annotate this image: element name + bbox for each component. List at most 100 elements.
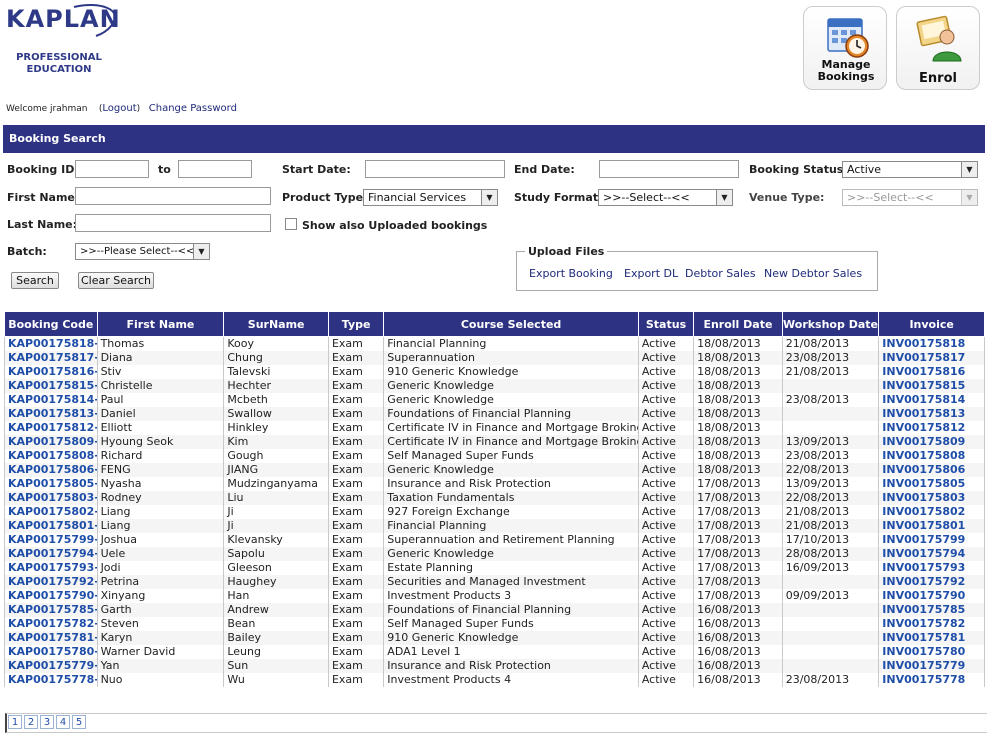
table-row[interactable]: KAP00175817-1 Diana Chung Exam Superannuatio…	[4, 351, 985, 365]
table-row[interactable]: KAP00175805-1 Nyasha Mudzinganyama Exam Insu…	[4, 477, 985, 491]
invoice-link[interactable]: INV00175778	[878, 673, 985, 687]
booking-code-link[interactable]: KAP00175808-1	[4, 449, 98, 463]
page-link[interactable]: 3	[40, 715, 54, 729]
booking-code-link[interactable]: KAP00175813-1	[4, 407, 98, 421]
booking-code-link[interactable]: KAP00175780-1	[4, 645, 98, 659]
logout-link[interactable]: Logout	[102, 103, 136, 114]
export-dl-link[interactable]: Export DL	[624, 267, 678, 280]
booking-code-link[interactable]: KAP00175805-1	[4, 477, 98, 491]
table-row[interactable]: KAP00175799-1 Joshua Klevansky Exam Superann…	[4, 533, 985, 547]
invoice-link[interactable]: INV00175799	[878, 533, 985, 547]
booking-code-link[interactable]: KAP00175779-1	[4, 659, 98, 673]
booking-code-link[interactable]: KAP00175815-1	[4, 379, 98, 393]
booking-code-link[interactable]: KAP00175781-1	[4, 631, 98, 645]
booking-code-link[interactable]: KAP00175802-1	[4, 505, 98, 519]
page-link[interactable]: 4	[56, 715, 70, 729]
booking-code-link[interactable]: KAP00175801-1	[4, 519, 98, 533]
page-link[interactable]: 2	[24, 715, 38, 729]
invoice-link[interactable]: INV00175809	[878, 435, 985, 449]
table-row[interactable]: KAP00175814-1 Paul Mcbeth Exam Generic Knowl…	[4, 393, 985, 407]
booking-id-to-input[interactable]	[178, 160, 252, 178]
table-row[interactable]: KAP00175792-1 Petrina Haughey Exam Securitie…	[4, 575, 985, 589]
invoice-link[interactable]: INV00175781	[878, 631, 985, 645]
clear-search-button[interactable]: Clear Search	[78, 272, 154, 289]
manage-bookings-button[interactable]: Manage Bookings	[803, 6, 887, 90]
page-link[interactable]: 5	[72, 715, 86, 729]
show-uploaded-checkbox[interactable]	[285, 218, 297, 230]
invoice-link[interactable]: INV00175780	[878, 645, 985, 659]
invoice-link[interactable]: INV00175785	[878, 603, 985, 617]
product-type-select[interactable]: Financial Services ▼	[363, 189, 498, 206]
invoice-link[interactable]: INV00175806	[878, 463, 985, 477]
invoice-link[interactable]: INV00175782	[878, 617, 985, 631]
invoice-link[interactable]: INV00175803	[878, 491, 985, 505]
booking-code-link[interactable]: KAP00175803-1	[4, 491, 98, 505]
invoice-link[interactable]: INV00175801	[878, 519, 985, 533]
change-password-link[interactable]: Change Password	[149, 103, 237, 114]
invoice-link[interactable]: INV00175816	[878, 365, 985, 379]
booking-code-link[interactable]: KAP00175799-1	[4, 533, 98, 547]
invoice-link[interactable]: INV00175817	[878, 351, 985, 365]
end-date-input[interactable]	[599, 160, 739, 178]
start-date-input[interactable]	[365, 160, 505, 178]
invoice-link[interactable]: INV00175802	[878, 505, 985, 519]
table-row[interactable]: KAP00175793-1 Jodi Gleeson Exam Estate Plann…	[4, 561, 985, 575]
new-debtor-sales-link[interactable]: New Debtor Sales	[764, 267, 862, 280]
invoice-link[interactable]: INV00175805	[878, 477, 985, 491]
invoice-link[interactable]: INV00175814	[878, 393, 985, 407]
table-row[interactable]: KAP00175790-1 Xinyang Han Exam Investment Pr…	[4, 589, 985, 603]
booking-code-link[interactable]: KAP00175794-1	[4, 547, 98, 561]
booking-code-link[interactable]: KAP00175812-1	[4, 421, 98, 435]
study-format-select[interactable]: >>--Select--<< ▼	[598, 189, 733, 206]
invoice-link[interactable]: INV00175790	[878, 589, 985, 603]
table-row[interactable]: KAP00175818-1 Thomas Kooy Exam Financial Pla…	[4, 336, 985, 351]
booking-code-link[interactable]: KAP00175816-1	[4, 365, 98, 379]
booking-code-link[interactable]: KAP00175793-1	[4, 561, 98, 575]
table-row[interactable]: KAP00175801-1 Liang Ji Exam Financial Planni…	[4, 519, 985, 533]
booking-status-select[interactable]: Active ▼	[842, 161, 978, 178]
search-button[interactable]: Search	[11, 272, 59, 289]
table-row[interactable]: KAP00175812-1 Elliott Hinkley Exam Certifica…	[4, 421, 985, 435]
booking-code-link[interactable]: KAP00175790-1	[4, 589, 98, 603]
invoice-link[interactable]: INV00175779	[878, 659, 985, 673]
table-row[interactable]: KAP00175802-1 Liang Ji Exam 927 Foreign Exch…	[4, 505, 985, 519]
invoice-link[interactable]: INV00175815	[878, 379, 985, 393]
booking-code-link[interactable]: KAP00175806-1	[4, 463, 98, 477]
invoice-link[interactable]: INV00175818	[878, 336, 985, 351]
table-row[interactable]: KAP00175806-1 FENG JIANG Exam Generic Knowle…	[4, 463, 985, 477]
booking-code-link[interactable]: KAP00175809-1	[4, 435, 98, 449]
first-name-input[interactable]	[75, 187, 271, 205]
table-row[interactable]: KAP00175803-1 Rodney Liu Exam Taxation Funda…	[4, 491, 985, 505]
table-row[interactable]: KAP00175813-1 Daniel Swallow Exam Foundation…	[4, 407, 985, 421]
table-row[interactable]: KAP00175780-1 Warner David Leung Exam ADA1 L…	[4, 645, 985, 659]
invoice-link[interactable]: INV00175793	[878, 561, 985, 575]
last-name-input[interactable]	[75, 214, 271, 232]
booking-code-link[interactable]: KAP00175817-1	[4, 351, 98, 365]
invoice-link[interactable]: INV00175812	[878, 421, 985, 435]
booking-code-link[interactable]: KAP00175782-1	[4, 617, 98, 631]
table-row[interactable]: KAP00175809-1 Hyoung Seok Kim Exam Certifica…	[4, 435, 985, 449]
booking-id-from-input[interactable]	[75, 160, 149, 178]
table-row[interactable]: KAP00175816-1 Stiv Talevski Exam 910 Generic…	[4, 365, 985, 379]
enrol-button[interactable]: Enrol	[896, 6, 980, 90]
invoice-link[interactable]: INV00175792	[878, 575, 985, 589]
invoice-link[interactable]: INV00175808	[878, 449, 985, 463]
batch-select[interactable]: >>--Please Select--<< ▼	[75, 243, 210, 260]
table-row[interactable]: KAP00175779-1 Yan Sun Exam Insurance and Ris…	[4, 659, 985, 673]
invoice-link[interactable]: INV00175813	[878, 407, 985, 421]
booking-code-link[interactable]: KAP00175814-1	[4, 393, 98, 407]
table-row[interactable]: KAP00175782-1 Steven Bean Exam Self Managed …	[4, 617, 985, 631]
table-row[interactable]: KAP00175794-1 Uele Sapolu Exam Generic Knowl…	[4, 547, 985, 561]
table-row[interactable]: KAP00175815-1 Christelle Hechter Exam Generi…	[4, 379, 985, 393]
table-row[interactable]: KAP00175808-1 Richard Gough Exam Self Manage…	[4, 449, 985, 463]
debtor-sales-link[interactable]: Debtor Sales	[685, 267, 756, 280]
page-link[interactable]: 1	[8, 715, 22, 729]
booking-code-link[interactable]: KAP00175778-1	[4, 673, 98, 687]
table-row[interactable]: KAP00175778-1 Nuo Wu Exam Investment Product…	[4, 673, 985, 687]
invoice-link[interactable]: INV00175794	[878, 547, 985, 561]
booking-code-link[interactable]: KAP00175785-1	[4, 603, 98, 617]
table-row[interactable]: KAP00175781-1 Karyn Bailey Exam 910 Generic …	[4, 631, 985, 645]
booking-code-link[interactable]: KAP00175792-1	[4, 575, 98, 589]
venue-type-select[interactable]: >>--Select--<< ▼	[842, 189, 978, 206]
booking-code-link[interactable]: KAP00175818-1	[4, 336, 98, 351]
